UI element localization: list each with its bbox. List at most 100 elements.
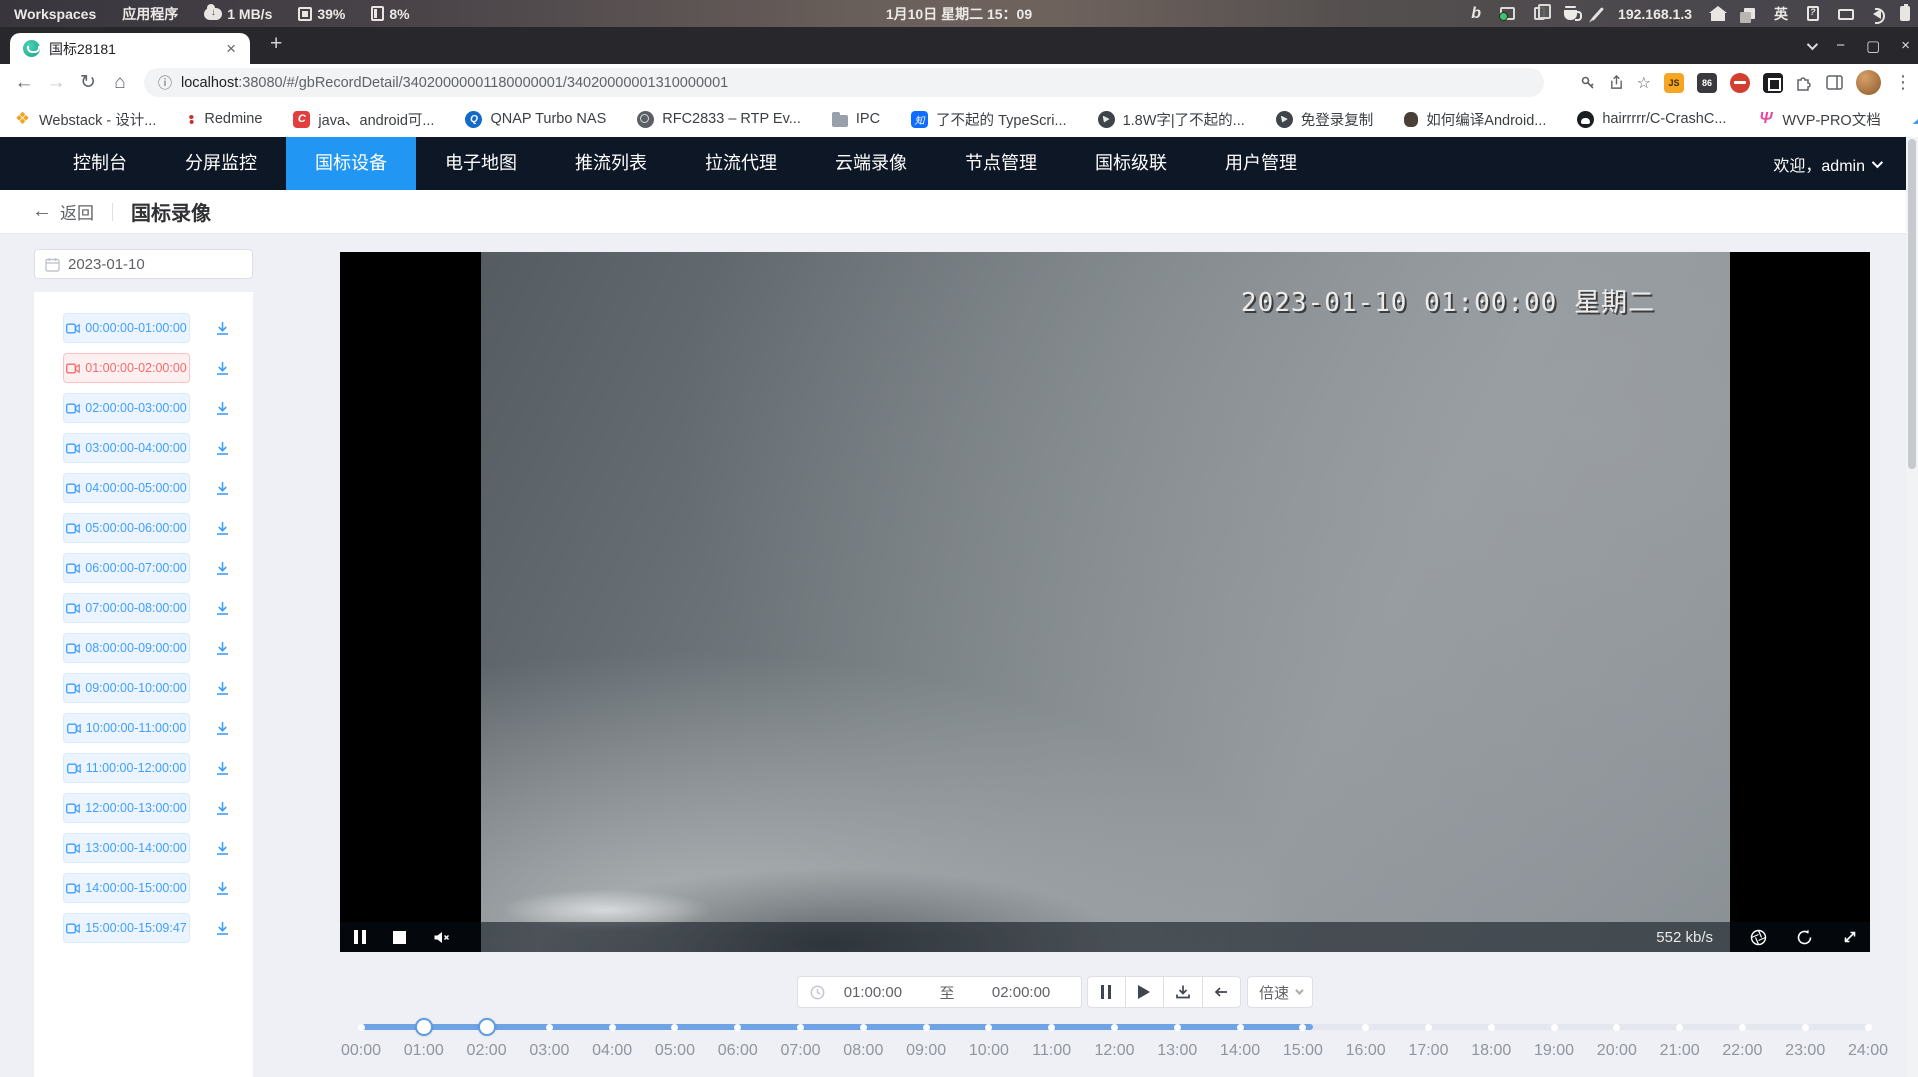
bookmark-item[interactable]: java、android可... xyxy=(293,109,434,130)
segment-download-button[interactable] xyxy=(214,800,231,817)
start-time-value[interactable]: 01:00:00 xyxy=(844,984,902,1001)
bookmark-item[interactable]: Webstack - 设计... xyxy=(14,109,156,130)
nav-item[interactable]: 云端录像 xyxy=(806,137,936,190)
input-method-indicator[interactable]: 英 xyxy=(1774,4,1788,24)
bookmark-item[interactable]: 服务器 - 轻量应用... xyxy=(1912,109,1918,130)
time-range-input[interactable]: 01:00:00 至 02:00:00 xyxy=(797,976,1082,1008)
extension-dark-icon[interactable]: 86 xyxy=(1697,73,1717,93)
pen-tray-icon[interactable] xyxy=(1591,7,1604,21)
workspaces-button[interactable]: Workspaces xyxy=(14,6,96,22)
segment-download-button[interactable] xyxy=(214,320,231,337)
segment-download-button[interactable] xyxy=(214,560,231,577)
download-button[interactable] xyxy=(1164,976,1203,1008)
extension-black-icon[interactable] xyxy=(1763,73,1783,93)
back-arrow-icon[interactable]: ← xyxy=(32,200,52,223)
scrollbar-thumb[interactable] xyxy=(1908,139,1916,469)
bookmark-item[interactable]: QNAP Turbo NAS xyxy=(465,111,606,128)
pause-button[interactable] xyxy=(1087,976,1126,1008)
segment-download-button[interactable] xyxy=(214,760,231,777)
nav-item[interactable]: 用户管理 xyxy=(1196,137,1326,190)
segment-button[interactable]: 02:00:00-03:00:00 xyxy=(63,393,190,423)
speed-dropdown[interactable]: 倍速 xyxy=(1247,976,1313,1008)
segment-button[interactable]: 03:00:00-04:00:00 xyxy=(63,433,190,463)
segment-button[interactable]: 10:00:00-11:00:00 xyxy=(63,713,190,743)
browser-tab[interactable]: 国标28181 × xyxy=(10,33,250,64)
back-button[interactable]: 返回 xyxy=(60,199,94,224)
segment-button[interactable]: 00:00:00-01:00:00 xyxy=(63,313,190,343)
profile-avatar[interactable] xyxy=(1856,70,1881,95)
display-tray-icon[interactable] xyxy=(1838,9,1854,20)
nav-item[interactable]: 国标设备 xyxy=(286,137,416,190)
segment-button[interactable]: 13:00:00-14:00:00 xyxy=(63,833,190,863)
home-tray-icon[interactable] xyxy=(1711,12,1725,21)
side-panel-icon[interactable] xyxy=(1826,75,1843,90)
bookmark-item[interactable]: WVP-PRO文档 xyxy=(1757,109,1880,130)
segment-download-button[interactable] xyxy=(214,840,231,857)
segment-download-button[interactable] xyxy=(214,520,231,537)
player-fullscreen-button[interactable] xyxy=(1842,929,1858,945)
segment-button[interactable]: 15:00:00-15:09:47 xyxy=(63,913,190,943)
url-bar[interactable]: ⓘ localhost:38080/#/gbRecordDetail/34020… xyxy=(144,68,1544,97)
player-stop-button[interactable] xyxy=(393,931,406,944)
scrollbar-track[interactable] xyxy=(1906,137,1918,1077)
player-mute-button[interactable] xyxy=(433,930,451,945)
segment-button[interactable]: 06:00:00-07:00:00 xyxy=(63,553,190,583)
new-tab-button[interactable]: + xyxy=(262,32,290,56)
segment-button[interactable]: 01:00:00-02:00:00 xyxy=(63,353,190,383)
segment-download-button[interactable] xyxy=(214,880,231,897)
browser-home-button[interactable]: ⌂ xyxy=(104,72,136,94)
timeline-handle[interactable] xyxy=(478,1018,496,1036)
bookmark-item[interactable]: Redmine xyxy=(187,111,262,127)
bookmark-item[interactable]: 免登录复制 xyxy=(1276,109,1374,130)
segment-button[interactable]: 07:00:00-08:00:00 xyxy=(63,593,190,623)
bookmark-item[interactable]: hairrrrr/C-CrashC... xyxy=(1577,111,1726,128)
browser-forward-button[interactable]: → xyxy=(40,72,72,94)
segment-button[interactable]: 09:00:00-10:00:00 xyxy=(63,673,190,703)
bookmark-item[interactable]: RFC2833 – RTP Ev... xyxy=(637,111,801,128)
volume-tray-icon[interactable] xyxy=(1873,9,1881,19)
timeline-handle[interactable] xyxy=(415,1018,433,1036)
caffeine-tray-icon[interactable] xyxy=(1564,10,1577,20)
window-minimize-button[interactable]: − xyxy=(1836,37,1845,54)
browser-menu-icon[interactable]: ⋮ xyxy=(1894,72,1912,93)
browser-reload-button[interactable]: ↻ xyxy=(72,71,104,94)
nav-item[interactable]: 电子地图 xyxy=(416,137,546,190)
network-speed-indicator[interactable]: 1 MB/s xyxy=(204,6,272,22)
bookmark-item[interactable]: 1.8W字|了不起的... xyxy=(1098,109,1245,130)
ip-address-indicator[interactable]: 192.168.1.3 xyxy=(1618,6,1692,22)
date-picker-input[interactable]: 2023-01-10 xyxy=(34,249,253,279)
segment-download-button[interactable] xyxy=(214,640,231,657)
segment-download-button[interactable] xyxy=(214,360,231,377)
segment-button[interactable]: 14:00:00-15:00:00 xyxy=(63,873,190,903)
bookmark-item[interactable]: 如何编译Android... xyxy=(1404,109,1546,130)
segment-button[interactable]: 11:00:00-12:00:00 xyxy=(63,753,190,783)
cpu-usage-indicator[interactable]: 39% xyxy=(298,6,345,22)
segment-button[interactable]: 05:00:00-06:00:00 xyxy=(63,513,190,543)
player-snapshot-button[interactable] xyxy=(1750,929,1767,946)
windows-tray-icon[interactable] xyxy=(1744,8,1755,19)
window-maximize-button[interactable]: ▢ xyxy=(1866,37,1880,55)
seek-to-time-button[interactable] xyxy=(1203,976,1242,1008)
segment-download-button[interactable] xyxy=(214,680,231,697)
nav-item[interactable]: 控制台 xyxy=(44,137,156,190)
password-key-icon[interactable] xyxy=(1580,75,1596,91)
extensions-puzzle-icon[interactable] xyxy=(1796,74,1813,91)
battery-tray-icon[interactable] xyxy=(1900,6,1910,21)
segment-download-button[interactable] xyxy=(214,920,231,937)
nav-item[interactable]: 推流列表 xyxy=(546,137,676,190)
tab-search-icon[interactable] xyxy=(1807,38,1818,49)
nav-item[interactable]: 节点管理 xyxy=(936,137,1066,190)
browser-back-button[interactable]: ← xyxy=(8,72,40,94)
segment-download-button[interactable] xyxy=(214,440,231,457)
segment-download-button[interactable] xyxy=(214,720,231,737)
segment-button[interactable]: 12:00:00-13:00:00 xyxy=(63,793,190,823)
bookmark-item[interactable]: 了不起的 TypeScri... xyxy=(911,109,1067,130)
player-pause-button[interactable] xyxy=(354,930,366,944)
timeline[interactable]: 00:0001:0002:0003:0004:0005:0006:0007:00… xyxy=(361,1014,1868,1074)
segment-download-button[interactable] xyxy=(214,400,231,417)
end-time-value[interactable]: 02:00:00 xyxy=(992,984,1050,1001)
share-icon[interactable] xyxy=(1609,75,1624,90)
extension-js-icon[interactable]: JS xyxy=(1664,73,1684,93)
bookmark-star-icon[interactable]: ☆ xyxy=(1637,73,1651,93)
player-refresh-button[interactable] xyxy=(1796,929,1813,946)
